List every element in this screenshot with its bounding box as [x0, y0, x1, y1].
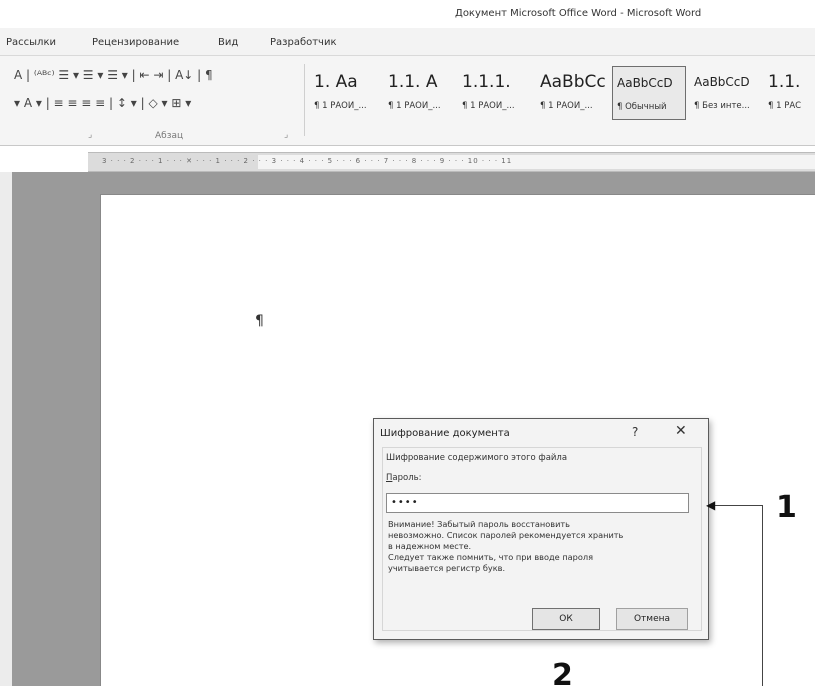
- callout-number-1: 1: [776, 490, 797, 525]
- window-title: Документ Microsoft Office Word - Microso…: [455, 8, 702, 19]
- password-input[interactable]: ••••: [386, 493, 689, 513]
- warning-line: Следует также помнить, что при вводе пар…: [388, 552, 594, 562]
- style-heading-4[interactable]: AaBbCc ¶ 1 РАОИ_...: [536, 66, 610, 120]
- warning-text: Внимание! Забытый пароль восстановить не…: [388, 519, 688, 574]
- style-name: ¶ Без инте...: [694, 101, 750, 111]
- style-name: ¶ 1 РАОИ_...: [314, 101, 367, 111]
- font-dialog-launcher-icon[interactable]: ⌟: [88, 130, 92, 140]
- style-sample: 1.1. A: [388, 72, 438, 92]
- help-icon[interactable]: ?: [632, 425, 638, 439]
- style-normal[interactable]: AaBbCcD ¶ Обычный: [612, 66, 686, 120]
- left-margin-strip: [0, 172, 12, 686]
- tab-review[interactable]: Рецензирование: [92, 37, 179, 48]
- dialog-title: Шифрование документа: [380, 428, 510, 439]
- style-name: ¶ 1 РАОИ_...: [462, 101, 515, 111]
- ribbon-tabs: Рассылки Рецензирование Вид Разработчик: [0, 28, 815, 56]
- password-label: Пароль:: [386, 473, 422, 483]
- style-no-spacing[interactable]: AaBbCcD ¶ Без инте...: [690, 66, 764, 120]
- ok-button[interactable]: ОК: [532, 608, 600, 630]
- style-sample: AaBbCcD: [617, 76, 673, 90]
- style-sample: AaBbCcD: [694, 75, 750, 89]
- warning-line: Внимание! Забытый пароль восстановить: [388, 519, 570, 529]
- ruler-marks: 3 · · · 2 · · · 1 · · · ✕ · · · 1 · · · …: [102, 157, 513, 165]
- paragraph-group-label: Абзац: [155, 131, 184, 141]
- tab-developer[interactable]: Разработчик: [270, 37, 337, 48]
- warning-line: в надежном месте.: [388, 541, 472, 551]
- paragraph-tools-row-1[interactable]: A | ⁽ᴬᴮᶜ⁾ ☰ ▾ ☰ ▾ ☰ ▾ | ⇤ ⇥ | A↓ | ¶: [14, 68, 213, 82]
- callout-number-2: 2: [552, 658, 573, 686]
- style-name: ¶ 1 РАОИ_...: [388, 101, 441, 111]
- style-heading-5[interactable]: 1.1. ¶ 1 РАС: [764, 66, 815, 120]
- style-name: ¶ Обычный: [617, 102, 667, 112]
- dialog-subtitle: Шифрование содержимого этого файла: [386, 453, 568, 463]
- close-icon[interactable]: ✕: [675, 423, 687, 439]
- callout-2-leader: [762, 505, 763, 686]
- ribbon: A | ⁽ᴬᴮᶜ⁾ ☰ ▾ ☰ ▾ ☰ ▾ | ⇤ ⇥ | A↓ | ¶ ▾ A…: [0, 56, 815, 146]
- style-sample: AaBbCc: [540, 72, 606, 92]
- style-sample: 1.1.: [768, 72, 801, 92]
- group-divider: [304, 64, 305, 136]
- arrow-head-icon: ◀: [706, 498, 716, 512]
- style-name: ¶ 1 РАС: [768, 101, 802, 111]
- style-heading-1[interactable]: 1. Aa ¶ 1 РАОИ_...: [310, 66, 384, 120]
- warning-line: учитывается регистр букв.: [388, 563, 506, 573]
- horizontal-ruler[interactable]: 3 · · · 2 · · · 1 · · · ✕ · · · 1 · · · …: [88, 152, 815, 172]
- paragraph-tools-row-2[interactable]: ▾ A ▾ | ≡ ≡ ≡ ≡ | ↕ ▾ | ◇ ▾ ⊞ ▾: [14, 96, 191, 110]
- style-sample: 1. Aa: [314, 72, 358, 92]
- title-bar: Документ Microsoft Office Word - Microso…: [0, 0, 815, 28]
- paragraph-mark: ¶: [255, 313, 264, 329]
- style-heading-2[interactable]: 1.1. A ¶ 1 РАОИ_...: [384, 66, 458, 120]
- style-heading-3[interactable]: 1.1.1. ¶ 1 РАОИ_...: [458, 66, 532, 120]
- style-sample: 1.1.1.: [462, 72, 511, 92]
- encrypt-document-dialog: Шифрование документа ? ✕ Шифрование соде…: [373, 418, 709, 640]
- callout-1-leader: [714, 505, 762, 506]
- style-name: ¶ 1 РАОИ_...: [540, 101, 593, 111]
- warning-line: невозможно. Список паролей рекомендуется…: [388, 530, 624, 540]
- tab-mailings[interactable]: Рассылки: [6, 37, 56, 48]
- tab-view[interactable]: Вид: [218, 37, 238, 48]
- cancel-button[interactable]: Отмена: [616, 608, 688, 630]
- dialog-launcher-icon[interactable]: ⌟: [284, 130, 288, 140]
